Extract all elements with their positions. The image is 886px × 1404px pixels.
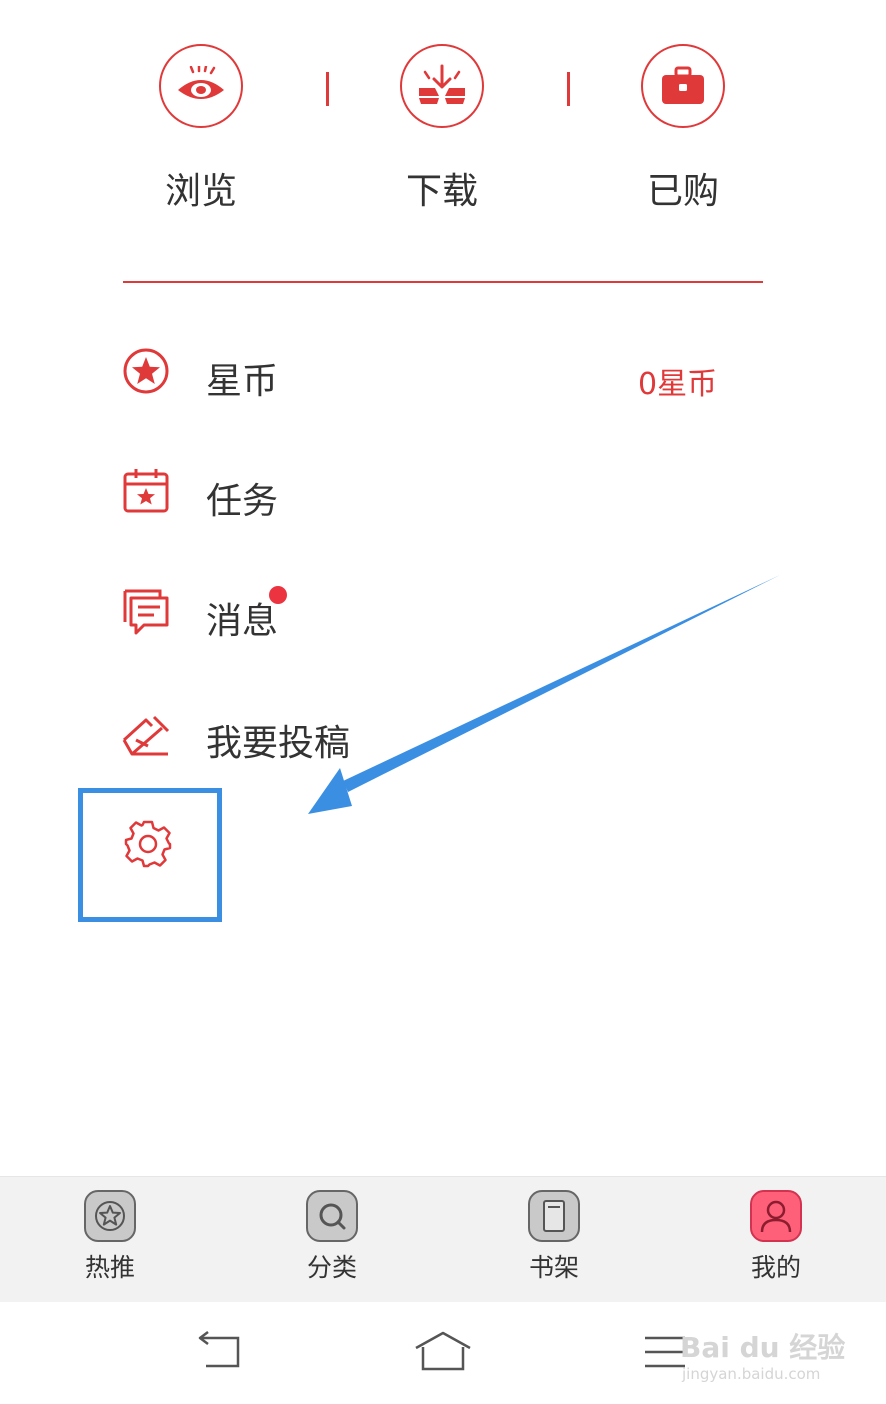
star-tab-icon xyxy=(84,1190,136,1242)
tab-category[interactable]: 分类 xyxy=(272,1190,392,1284)
home-button[interactable] xyxy=(413,1330,473,1376)
tab-label-bookshelf: 书架 xyxy=(528,1253,579,1282)
tab-mine[interactable]: 我的 xyxy=(716,1190,836,1284)
back-button[interactable] xyxy=(196,1330,244,1374)
watermark-brand: Bai du 经验 xyxy=(680,1331,846,1364)
tab-label-hot: 热推 xyxy=(84,1253,135,1282)
search-tab-icon xyxy=(306,1190,358,1242)
tab-label-category: 分类 xyxy=(306,1253,357,1282)
watermark-url: jingyan.baidu.com xyxy=(682,1365,821,1383)
home-icon xyxy=(415,1331,471,1371)
tab-hot[interactable]: 热推 xyxy=(50,1190,170,1284)
user-tab-icon xyxy=(750,1190,802,1242)
book-tab-icon xyxy=(528,1190,580,1242)
tab-label-mine: 我的 xyxy=(750,1253,801,1282)
tab-bookshelf[interactable]: 书架 xyxy=(494,1190,614,1284)
back-icon xyxy=(198,1331,240,1368)
